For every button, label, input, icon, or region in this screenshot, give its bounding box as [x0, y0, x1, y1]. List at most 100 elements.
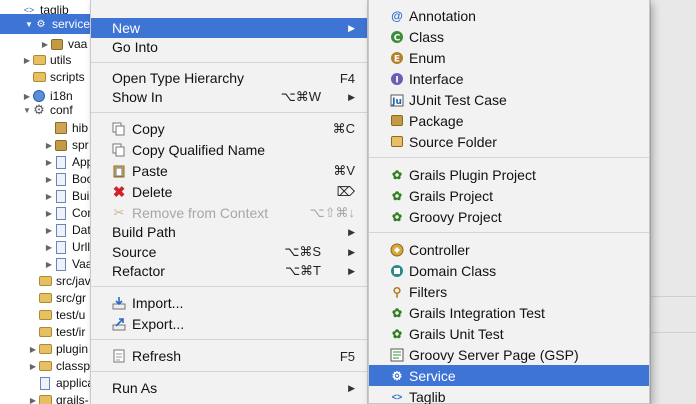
- shortcut-label: ⌥⇧⌘↓: [309, 205, 355, 220]
- new-submenu: @ Annotation C Class E Enum I Interface …: [368, 0, 650, 404]
- menu-item-refactor[interactable]: Refactor ⌥⌘T ▶: [91, 261, 367, 281]
- submenu-item-grails-unit-test[interactable]: ✿ Grails Unit Test: [369, 323, 649, 344]
- shortcut-label: ⌥⌘T: [285, 263, 321, 278]
- menu-separator: [369, 232, 649, 233]
- file-icon: [54, 206, 68, 220]
- menu-item-delete[interactable]: ✖ Delete ⌦: [91, 182, 367, 202]
- collapsed-arrow-icon[interactable]: ▶: [44, 226, 54, 235]
- collapsed-arrow-icon[interactable]: ▶: [40, 40, 50, 49]
- grails-icon: ✿: [391, 305, 403, 320]
- folder-icon: [38, 274, 52, 288]
- shortcut-label: ⌥⌘S: [284, 244, 321, 259]
- menu-separator: [91, 112, 367, 113]
- groovy-icon: ✿: [391, 209, 403, 224]
- collapsed-arrow-icon[interactable]: ▶: [44, 175, 54, 184]
- menu-item-paste[interactable]: Paste ⌘V: [91, 161, 367, 181]
- menu-separator: [91, 62, 367, 63]
- menu-separator: [91, 286, 367, 287]
- submenu-arrow-icon: ▶: [348, 91, 355, 102]
- collapsed-arrow-icon[interactable]: ▶: [28, 345, 38, 354]
- shortcut-label: F5: [339, 348, 355, 364]
- submenu-arrow-icon: ▶: [348, 226, 355, 237]
- submenu-item-controller[interactable]: Controller: [369, 239, 649, 260]
- collapsed-arrow-icon[interactable]: ▶: [22, 56, 32, 65]
- collapsed-arrow-icon[interactable]: ▶: [44, 141, 54, 150]
- submenu-item-grails-plugin-project[interactable]: ✿ Grails Plugin Project: [369, 164, 649, 185]
- submenu-item-package[interactable]: Package: [369, 110, 649, 131]
- shortcut-label: ⌥⌘W: [280, 89, 321, 104]
- submenu-item-grails-project[interactable]: ✿ Grails Project: [369, 185, 649, 206]
- submenu-item-junit-test-case[interactable]: Ju JUnit Test Case: [369, 89, 649, 110]
- submenu-item-annotation[interactable]: @ Annotation: [369, 5, 649, 26]
- junit-icon: Ju: [389, 92, 405, 108]
- tree-item[interactable]: ▶ grails-: [28, 390, 89, 404]
- package-icon: [389, 113, 405, 129]
- service-icon: ⚙: [391, 368, 403, 383]
- menu-item-build-path[interactable]: Build Path ▶: [91, 222, 367, 242]
- menu-item-export[interactable]: Export...: [91, 314, 367, 334]
- menu-item-remove-from-context[interactable]: ✂ Remove from Context ⌥⇧⌘↓: [91, 203, 367, 223]
- svg-text:C: C: [394, 33, 401, 43]
- submenu-item-interface[interactable]: I Interface: [369, 68, 649, 89]
- menu-item-open-type-hierarchy[interactable]: Open Type Hierarchy F4: [91, 68, 367, 88]
- collapsed-arrow-icon[interactable]: ▶: [44, 260, 54, 269]
- annotation-icon: @: [391, 8, 403, 23]
- context-menu: New ▶ Go Into Open Type Hierarchy F4 Sho…: [90, 0, 368, 404]
- menu-item-run-as[interactable]: Run As ▶: [91, 378, 367, 398]
- menu-item-new[interactable]: New ▶: [91, 18, 367, 38]
- menu-item-import[interactable]: Import...: [91, 293, 367, 313]
- tree-item[interactable]: ▼ ⚙ conf: [22, 100, 73, 120]
- submenu-item-enum[interactable]: E Enum: [369, 47, 649, 68]
- controller-icon: [389, 242, 405, 258]
- file-icon: [54, 155, 68, 169]
- interface-icon: I: [389, 71, 405, 87]
- menu-item-copy[interactable]: Copy ⌘C: [91, 119, 367, 139]
- expanded-arrow-icon[interactable]: ▼: [22, 106, 32, 115]
- gsp-icon: [389, 347, 405, 363]
- submenu-item-service[interactable]: ⚙ Service: [369, 365, 649, 386]
- collapsed-arrow-icon[interactable]: ▶: [44, 209, 54, 218]
- grails-icon: ✿: [391, 188, 403, 203]
- submenu-item-gsp[interactable]: Groovy Server Page (GSP): [369, 344, 649, 365]
- refresh-icon: [111, 348, 127, 364]
- submenu-item-filters[interactable]: ⚲ Filters: [369, 281, 649, 302]
- divider: [651, 332, 696, 333]
- file-icon: [54, 240, 68, 254]
- submenu-item-source-folder[interactable]: Source Folder: [369, 131, 649, 152]
- submenu-item-grails-integration-test[interactable]: ✿ Grails Integration Test: [369, 302, 649, 323]
- tree-item[interactable]: scripts: [32, 67, 85, 87]
- grails-icon: ✿: [391, 167, 403, 182]
- paste-icon: [111, 163, 127, 179]
- submenu-item-domain-class[interactable]: Domain Class: [369, 260, 649, 281]
- file-icon: [54, 189, 68, 203]
- project-explorer-tree: <> taglib ▼ ⚙ service ▶ vaa ▶ utils scri…: [0, 0, 100, 404]
- expanded-arrow-icon[interactable]: ▼: [24, 20, 34, 29]
- menu-item-refresh[interactable]: Refresh F5: [91, 346, 367, 366]
- tree-item-selected[interactable]: ▼ ⚙ service: [0, 14, 100, 34]
- menu-item-source[interactable]: Source ⌥⌘S ▶: [91, 242, 367, 262]
- collapsed-arrow-icon[interactable]: ▶: [28, 362, 38, 371]
- menu-item-copy-qualified-name[interactable]: Copy Qualified Name: [91, 140, 367, 160]
- folder-icon: [32, 53, 46, 67]
- taglib-icon: <>: [391, 391, 403, 402]
- menu-item-show-in[interactable]: Show In ⌥⌘W ▶: [91, 87, 367, 107]
- submenu-arrow-icon: ▶: [348, 22, 355, 33]
- folder-icon: [38, 342, 52, 356]
- folder-icon: [38, 291, 52, 305]
- file-icon: [54, 172, 68, 186]
- submenu-item-taglib[interactable]: <> Taglib: [369, 386, 649, 404]
- submenu-item-groovy-project[interactable]: ✿ Groovy Project: [369, 206, 649, 227]
- menu-separator: [91, 371, 367, 372]
- collapsed-arrow-icon[interactable]: ▶: [28, 396, 38, 404]
- collapsed-arrow-icon[interactable]: ▶: [44, 243, 54, 252]
- submenu-item-class[interactable]: C Class: [369, 26, 649, 47]
- database-icon: [54, 121, 68, 135]
- collapsed-arrow-icon[interactable]: ▶: [44, 192, 54, 201]
- class-icon: C: [389, 29, 405, 45]
- editor-background: [650, 0, 696, 404]
- menu-item-go-into[interactable]: Go Into: [91, 37, 367, 57]
- collapsed-arrow-icon[interactable]: ▶: [44, 158, 54, 167]
- svg-text:E: E: [394, 54, 400, 64]
- file-icon: [54, 223, 68, 237]
- shortcut-label: ⌘V: [333, 163, 355, 178]
